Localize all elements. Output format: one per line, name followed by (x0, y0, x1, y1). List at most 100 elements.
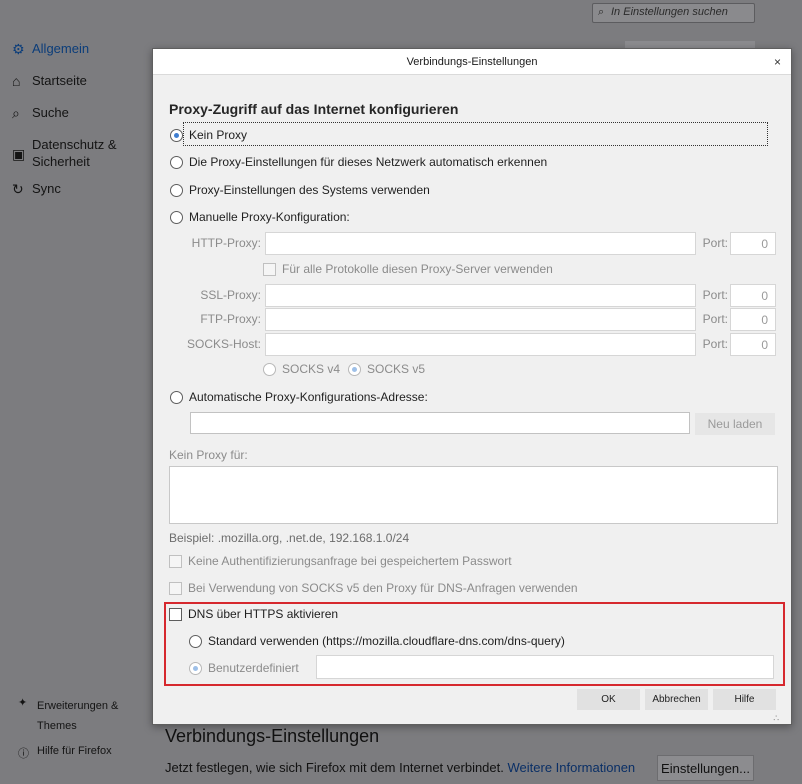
no-proxy-for-textarea[interactable] (169, 466, 778, 524)
radio-button-icon (170, 390, 183, 404)
radio-socks-v4[interactable]: SOCKS v4 (263, 362, 340, 376)
no-auth-prompt-checkbox[interactable]: Keine Authentifizierungsanfrage bei gesp… (169, 554, 512, 568)
checkbox-label: DNS über HTTPS aktivieren (188, 607, 339, 621)
radio-button-icon (170, 128, 183, 142)
ftp-port-label: Port: (702, 312, 728, 326)
sidebar-item-label: Sync (32, 181, 61, 196)
socks-host-label: SOCKS-Host: (186, 337, 261, 351)
connection-desc-text: Jetzt festlegen, wie sich Firefox mit de… (165, 760, 504, 775)
search-input[interactable]: ⌕ In Einstellungen suchen (592, 3, 755, 23)
ftp-port-field[interactable]: 0 (730, 308, 776, 331)
radio-button-icon (263, 362, 276, 376)
checkbox-label: Keine Authentifizierungsanfrage bei gesp… (188, 554, 512, 568)
proxy-section-title: Proxy-Zugriff auf das Internet konfiguri… (169, 101, 459, 117)
ssl-port-field[interactable]: 0 (730, 284, 776, 307)
sync-icon: ↻ (12, 181, 24, 197)
checkbox-label: Bei Verwendung von SOCKS v5 den Proxy fü… (188, 581, 578, 595)
ftp-proxy-label: FTP-Proxy: (200, 312, 261, 326)
radio-label: Die Proxy-Einstellungen für dieses Netzw… (189, 155, 548, 169)
sidebar-item-label: Startseite (32, 73, 87, 88)
dialog-titlebar: Verbindungs-Einstellungen × (153, 49, 791, 75)
sidebar-item-search[interactable]: ⌕ Suche (12, 104, 152, 136)
sidebar-item-general[interactable]: ⚙ Allgemein (12, 40, 152, 72)
sidebar-footer: ✦ Erweiterungen & Themes ⓘ Hilfe für Fir… (18, 696, 127, 770)
close-icon[interactable]: × (774, 49, 781, 75)
dialog-title: Verbindungs-Einstellungen (406, 56, 538, 68)
ok-button[interactable]: OK (577, 689, 640, 710)
checkbox-icon (169, 554, 182, 568)
search-placeholder: In Einstellungen suchen (611, 6, 728, 18)
radio-socks-v5[interactable]: SOCKS v5 (348, 362, 425, 376)
ssl-port-label: Port: (702, 288, 728, 302)
help-link[interactable]: ⓘ Hilfe für Firefox (18, 745, 127, 761)
radio-label: SOCKS v4 (282, 362, 341, 376)
socks-port-field[interactable]: 0 (730, 333, 776, 356)
share-proxy-checkbox[interactable]: Für alle Protokolle diesen Proxy-Server … (263, 262, 553, 276)
radio-button-icon (189, 661, 202, 675)
socks-host-field[interactable] (265, 333, 696, 356)
checkbox-icon (263, 262, 276, 276)
radio-label: Benutzerdefiniert (208, 661, 299, 675)
radio-button-icon (170, 210, 183, 224)
cancel-button[interactable]: Abbrechen (645, 689, 708, 710)
no-proxy-example-hint: Beispiel: .mozilla.org, .net.de, 192.168… (169, 531, 410, 545)
radio-button-icon (170, 183, 183, 197)
connection-heading: Verbindungs-Einstellungen (165, 726, 380, 746)
radio-button-icon (170, 155, 183, 169)
radio-auto-detect[interactable]: Die Proxy-Einstellungen für dieses Netzw… (170, 155, 547, 169)
radio-label: Proxy-Einstellungen des Systems verwende… (189, 183, 430, 197)
doh-enable-checkbox[interactable]: DNS über HTTPS aktivieren (169, 607, 338, 621)
http-port-field[interactable]: 0 (730, 232, 776, 255)
radio-manual-proxy[interactable]: Manuelle Proxy-Konfiguration: (170, 210, 350, 224)
lock-icon: ▣ (12, 146, 26, 162)
radio-no-proxy[interactable]: Kein Proxy (170, 128, 247, 142)
ssl-proxy-field[interactable] (265, 284, 696, 307)
connection-settings-button[interactable]: Einstellungen... (657, 755, 754, 781)
radio-doh-custom[interactable]: Benutzerdefiniert (189, 661, 299, 675)
radio-system-proxy[interactable]: Proxy-Einstellungen des Systems verwende… (170, 183, 430, 197)
help-button[interactable]: Hilfe (713, 689, 776, 710)
http-port-label: Port: (702, 236, 728, 250)
search-icon: ⌕ (12, 105, 20, 121)
checkbox-icon (169, 607, 182, 621)
search-icon: ⌕ (598, 6, 605, 18)
radio-button-icon (348, 362, 361, 376)
reload-button[interactable]: Neu laden (695, 413, 775, 435)
ftp-proxy-field[interactable] (265, 308, 696, 331)
radio-auto-config-url[interactable]: Automatische Proxy-Konfigurations-Adress… (170, 390, 428, 404)
sidebar-item-label: Datenschutz & Sicherheit (32, 137, 117, 169)
http-proxy-field[interactable] (265, 232, 696, 255)
focus-outline (183, 122, 768, 146)
connection-settings-dialog: Verbindungs-Einstellungen × Proxy-Zugrif… (152, 48, 792, 725)
radio-label: Standard verwenden (https://mozilla.clou… (208, 634, 565, 648)
home-icon: ⌂ (12, 73, 21, 89)
radio-label: Automatische Proxy-Konfigurations-Adress… (189, 390, 428, 404)
sidebar-item-label: Allgemein (32, 41, 90, 56)
connection-description: Jetzt festlegen, wie sich Firefox mit de… (165, 760, 635, 775)
sidebar-item-privacy[interactable]: ▣ Datenschutz & Sicherheit (12, 136, 152, 180)
sidebar-item-label: Suche (32, 105, 69, 120)
extensions-label: Erweiterungen & Themes (37, 700, 119, 732)
radio-label: Kein Proxy (189, 128, 248, 142)
checkbox-label: Für alle Protokolle diesen Proxy-Server … (282, 262, 553, 276)
radio-doh-default[interactable]: Standard verwenden (https://mozilla.clou… (189, 634, 565, 648)
extensions-link[interactable]: ✦ Erweiterungen & Themes (18, 696, 127, 736)
sidebar-item-home[interactable]: ⌂ Startseite (12, 72, 152, 104)
radio-label: SOCKS v5 (367, 362, 426, 376)
gear-icon: ⚙ (12, 41, 25, 57)
doh-custom-url-field[interactable] (316, 655, 774, 679)
sidebar-nav: ⚙ Allgemein ⌂ Startseite ⌕ Suche ▣ Daten… (12, 40, 152, 212)
puzzle-icon: ✦ (18, 697, 28, 709)
checkbox-icon (169, 581, 182, 595)
learn-more-link[interactable]: Weitere Informationen (508, 760, 636, 775)
http-proxy-label: HTTP-Proxy: (191, 236, 261, 250)
help-label: Hilfe für Firefox (37, 745, 112, 757)
sidebar-item-sync[interactable]: ↻ Sync (12, 180, 152, 212)
resize-grip-icon[interactable]: ∴ (773, 713, 779, 724)
covered-text (180, 38, 300, 46)
socks-dns-checkbox[interactable]: Bei Verwendung von SOCKS v5 den Proxy fü… (169, 581, 578, 595)
no-proxy-for-label: Kein Proxy für: (169, 448, 248, 462)
help-icon: ⓘ (18, 748, 29, 760)
ssl-proxy-label: SSL-Proxy: (200, 288, 261, 302)
auto-config-url-field[interactable] (190, 412, 690, 434)
